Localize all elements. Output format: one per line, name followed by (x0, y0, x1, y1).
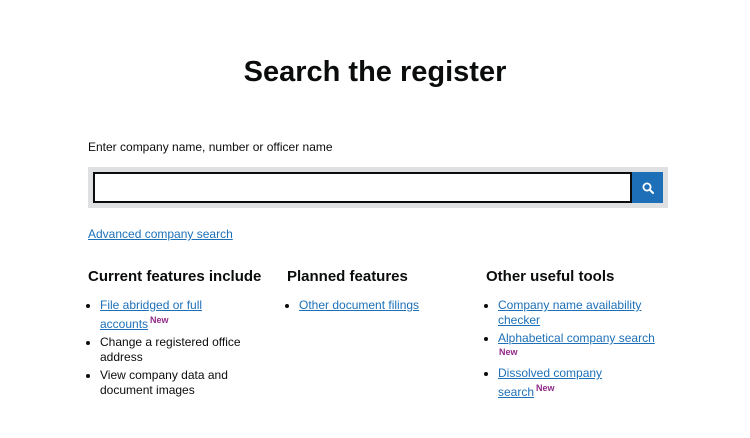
search-icon (642, 182, 654, 194)
other-document-filings-link[interactable]: Other document filings (299, 298, 419, 312)
list-item: File abridged or full accountsNew (100, 298, 263, 332)
new-badge: New (499, 347, 518, 357)
page-title: Search the register (243, 56, 507, 88)
search-bar (88, 167, 668, 208)
search-label: Enter company name, number or officer na… (88, 140, 333, 154)
current-features-list: File abridged or full accountsNew Change… (88, 298, 263, 398)
alphabetical-company-search-link[interactable]: Alphabetical company search (498, 331, 655, 345)
new-badge: New (150, 315, 169, 325)
company-name-availability-link[interactable]: Company name availability checker (498, 298, 641, 327)
list-item: Other document filings (299, 298, 462, 313)
other-tools-heading: Other useful tools (486, 268, 615, 285)
other-tools-list: Company name availability checker Alphab… (486, 298, 661, 400)
list-item: View company data and document images (100, 368, 263, 398)
other-tools-section: Other useful tools Company name availabi… (486, 268, 661, 403)
list-item: Alphabetical company search New (498, 331, 661, 358)
search-button[interactable] (632, 172, 663, 203)
planned-features-section: Planned features Other document filings (287, 268, 462, 316)
new-badge: New (536, 383, 555, 393)
advanced-company-search-link[interactable]: Advanced company search (88, 227, 233, 241)
planned-features-list: Other document filings (287, 298, 462, 313)
planned-features-heading: Planned features (287, 268, 408, 285)
list-item: Change a registered office address (100, 335, 263, 365)
search-input[interactable] (93, 172, 632, 203)
current-features-section: Current features include File abridged o… (88, 268, 263, 401)
current-features-heading: Current features include (88, 268, 262, 285)
list-item: Dissolved company searchNew (498, 366, 661, 400)
list-item: Company name availability checker (498, 298, 661, 328)
